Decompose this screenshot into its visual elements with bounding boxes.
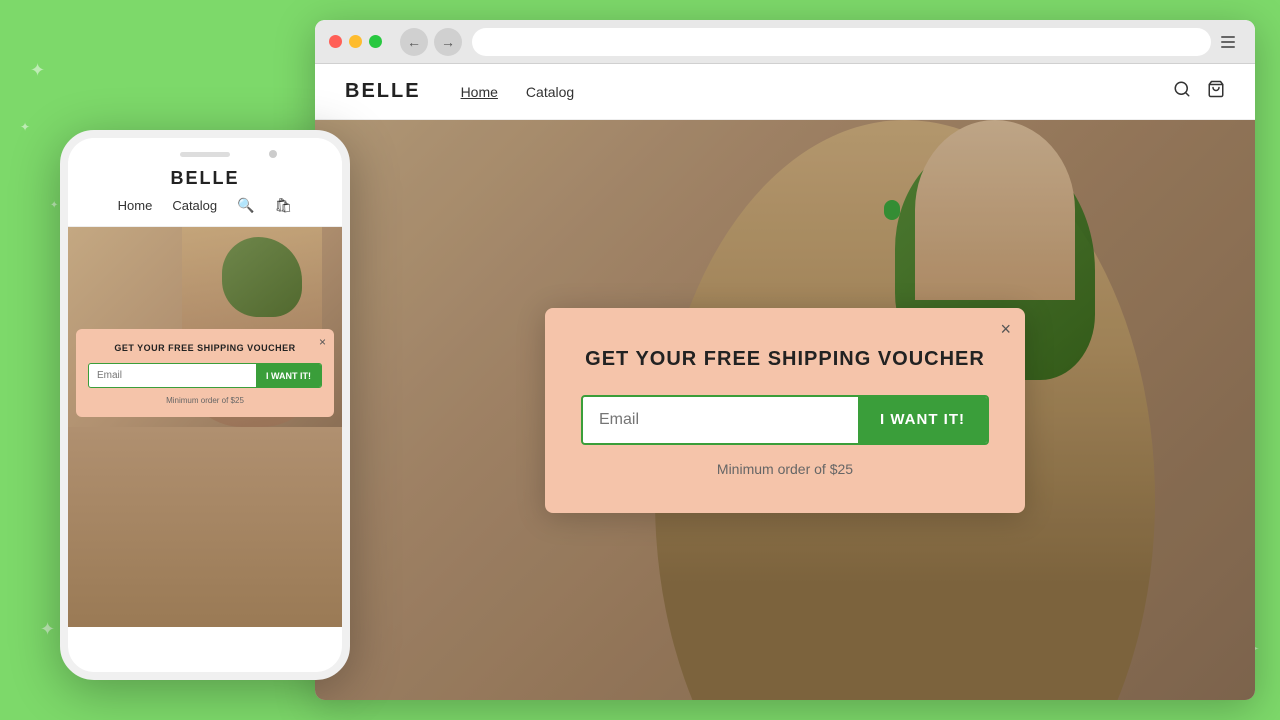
star-decoration: ✦ (30, 60, 45, 81)
close-button[interactable] (329, 35, 342, 48)
phone-popup-title: GET YOUR FREE SHIPPING VOUCHER (88, 343, 322, 353)
phone-search-icon[interactable]: 🔍 (237, 197, 254, 214)
popup-overlay: × GET YOUR FREE SHIPPING VOUCHER I WANT … (315, 120, 1255, 700)
phone-nav-links: Home Catalog 🔍 🛍 (84, 197, 326, 214)
phone-logo: BELLE (84, 168, 326, 189)
phone-submit-button[interactable]: I WANT IT! (256, 364, 321, 387)
email-input[interactable] (583, 397, 858, 443)
phone-min-order: Minimum order of $25 (88, 396, 322, 405)
nav-link-home[interactable]: Home (461, 84, 498, 100)
browser-window: ← → BELLE Home Catalog (315, 20, 1255, 700)
back-button[interactable]: ← (400, 28, 428, 56)
popup-form: I WANT IT! (581, 395, 989, 445)
phone-popup-form: I WANT IT! (88, 363, 322, 388)
star-decoration-4: ✦ (40, 619, 55, 640)
website: BELLE Home Catalog (315, 64, 1255, 700)
phone-camera (269, 150, 277, 158)
site-nav-links: Home Catalog (461, 84, 575, 100)
phone-nav-catalog[interactable]: Catalog (172, 198, 217, 213)
phone-speaker (180, 152, 230, 157)
submit-button[interactable]: I WANT IT! (858, 397, 987, 443)
site-logo: BELLE (345, 80, 421, 103)
maximize-button[interactable] (369, 35, 382, 48)
site-navbar: BELLE Home Catalog (315, 64, 1255, 120)
phone-hero: × GET YOUR FREE SHIPPING VOUCHER I WANT … (68, 227, 342, 427)
browser-nav: ← → (400, 28, 462, 56)
voucher-popup: × GET YOUR FREE SHIPPING VOUCHER I WANT … (545, 308, 1025, 513)
popup-title: GET YOUR FREE SHIPPING VOUCHER (581, 348, 989, 371)
phone-popup-close-button[interactable]: × (319, 335, 326, 349)
phone-bottom-content (68, 427, 342, 627)
phone-cart-icon[interactable]: 🛍 (275, 197, 293, 214)
phone-email-input[interactable] (89, 364, 256, 387)
cart-icon[interactable] (1207, 80, 1225, 103)
phone-nav-home[interactable]: Home (118, 198, 153, 213)
address-bar[interactable] (472, 28, 1211, 56)
min-order-text: Minimum order of $25 (581, 461, 989, 477)
nav-link-catalog[interactable]: Catalog (526, 84, 574, 100)
star-decoration-2: ✦ (20, 120, 30, 134)
forward-button[interactable]: → (434, 28, 462, 56)
minimize-button[interactable] (349, 35, 362, 48)
mobile-phone: BELLE Home Catalog 🔍 🛍 × GET YOUR FREE S… (60, 130, 350, 680)
search-icon[interactable] (1173, 80, 1191, 103)
traffic-lights (329, 35, 382, 48)
hero-section: × GET YOUR FREE SHIPPING VOUCHER I WANT … (315, 120, 1255, 700)
popup-close-button[interactable]: × (1000, 320, 1011, 338)
phone-popup: × GET YOUR FREE SHIPPING VOUCHER I WANT … (76, 329, 334, 417)
phone-content: BELLE Home Catalog 🔍 🛍 × GET YOUR FREE S… (68, 138, 342, 672)
browser-menu-button[interactable] (1221, 28, 1241, 56)
star-decoration-3: ✦ (50, 200, 58, 211)
site-nav-icons (1173, 80, 1225, 103)
browser-chrome: ← → (315, 20, 1255, 64)
